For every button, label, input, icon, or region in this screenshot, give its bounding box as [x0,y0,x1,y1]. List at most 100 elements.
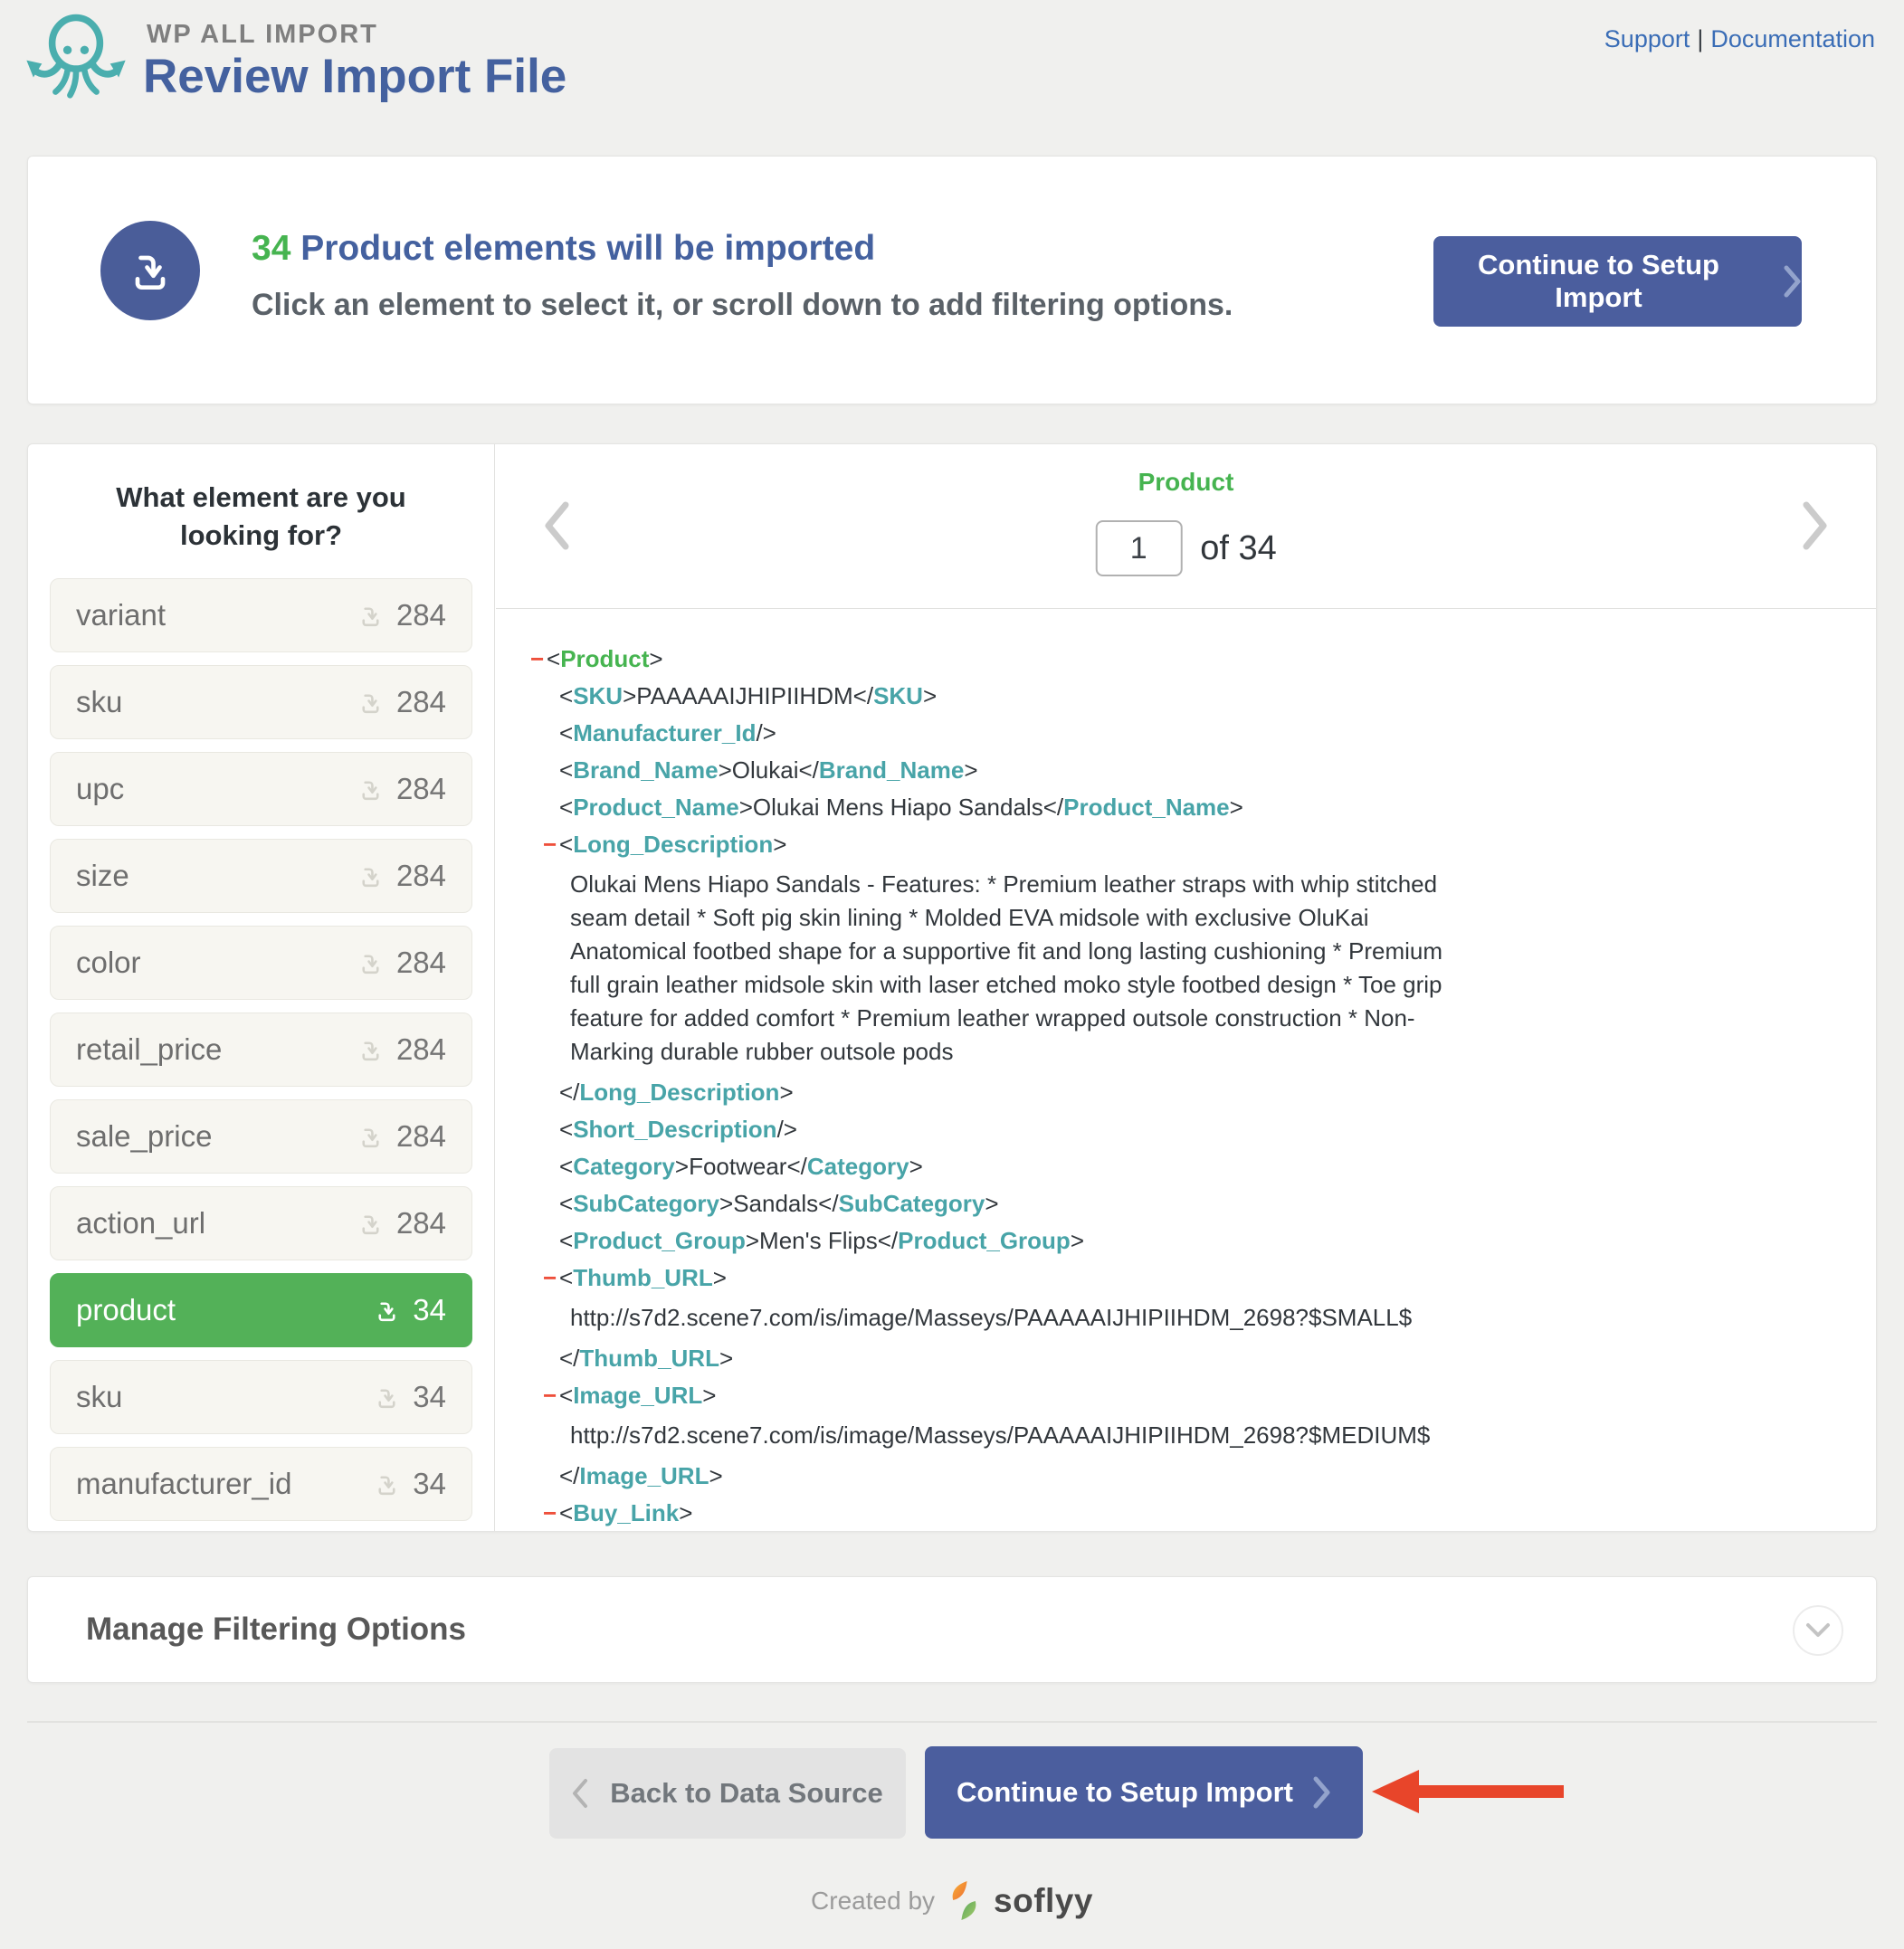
xml-line: <Product_Group>Men's Flips</Product_Grou… [532,1227,1840,1254]
xml-line: <SubCategory>Sandals</SubCategory> [532,1190,1840,1217]
download-icon [373,1470,401,1498]
download-icon [357,1210,385,1238]
xml-preview[interactable]: −<Product><SKU>PAAAAAIJHIPIIHDM</SKU><Ma… [496,609,1876,1532]
xml-line: </Long_Description> [532,1079,1840,1106]
xml-line: <Short_Description/> [532,1116,1840,1143]
element-count: 284 [396,1119,446,1154]
brand-label: WP ALL IMPORT [147,20,378,50]
element-item-sku[interactable]: sku 34 [50,1360,472,1434]
next-record-button[interactable] [1802,500,1829,551]
soflyy-brand-link[interactable]: soflyy [994,1882,1093,1920]
element-item-retail_price[interactable]: retail_price 284 [50,1013,472,1087]
back-button-label: Back to Data Source [610,1777,883,1810]
support-link[interactable]: Support [1604,25,1690,52]
collapse-toggle-icon[interactable]: − [543,1264,557,1291]
documentation-link[interactable]: Documentation [1710,25,1875,52]
download-icon [357,1036,385,1064]
element-item-sale_price[interactable]: sale_price 284 [50,1099,472,1174]
chevron-right-icon [1313,1776,1331,1809]
download-icon [357,862,385,890]
download-icon [357,775,385,803]
download-icon [357,949,385,977]
chevron-right-icon [1784,265,1802,298]
record-pager: of 34 [1095,520,1277,576]
element-item-action_url[interactable]: action_url 284 [50,1186,472,1260]
element-count: 34 [413,1293,446,1327]
record-number-input[interactable] [1095,520,1182,576]
element-label: retail_price [76,1032,222,1067]
chevron-left-icon [572,1778,588,1809]
record-total-label: of 34 [1200,529,1277,568]
xml-line: −<Long_Description> [532,831,1840,858]
element-label: sku [76,685,122,719]
element-label: sale_price [76,1119,212,1154]
element-count: 284 [396,598,446,632]
element-count: 284 [396,772,446,806]
element-list: variant 284sku 284upc 284size 284color 2… [50,578,472,1521]
manage-filtering-options-header[interactable]: Manage Filtering Options [27,1576,1877,1683]
element-item-upc[interactable]: upc 284 [50,752,472,826]
download-icon [357,1123,385,1151]
footer: Created by soflyy [0,1880,1904,1921]
element-count: 284 [396,1206,446,1241]
header-links: Support|Documentation [1604,25,1875,53]
xml-line: http://s7d2.scene7.com/is/image/Masseys/… [532,1301,1448,1335]
element-label: action_url [76,1206,205,1241]
element-count: 284 [396,946,446,980]
download-icon [357,602,385,630]
page-title: Review Import File [143,49,566,104]
collapse-toggle-icon[interactable]: − [530,645,544,672]
xml-line: −<Image_URL> [532,1382,1840,1409]
download-icon [373,1297,401,1325]
element-item-color[interactable]: color 284 [50,926,472,1000]
element-sidebar: What element are you looking for? varian… [28,444,495,1531]
element-item-variant[interactable]: variant 284 [50,578,472,652]
element-review-card: What element are you looking for? varian… [27,443,1877,1532]
xml-line: <Brand_Name>Olukai</Brand_Name> [532,756,1840,784]
footer-divider [27,1721,1877,1723]
element-label: variant [76,598,166,632]
wp-all-import-octopus-logo-icon [24,11,129,100]
xml-line: Olukai Mens Hiapo Sandals - Features: * … [532,868,1448,1069]
element-count: 34 [413,1467,446,1501]
continue-to-setup-import-button-top[interactable]: Continue to Setup Import [1433,236,1802,327]
element-label: upc [76,772,124,806]
element-count: 284 [396,685,446,719]
chevron-down-icon [1804,1621,1832,1640]
collapse-toggle-icon[interactable]: − [543,1499,557,1526]
continue-button-label: Continue to Setup Import [957,1776,1293,1809]
element-item-manufacturer_id[interactable]: manufacturer_id 34 [50,1447,472,1521]
filtering-title: Manage Filtering Options [86,1611,466,1648]
element-label: manufacturer_id [76,1467,291,1501]
element-count: 284 [396,1032,446,1067]
element-label: sku [76,1380,122,1414]
download-icon [357,689,385,717]
element-count-value: 34 [252,229,290,268]
xml-line: <SKU>PAAAAAIJHIPIIHDM</SKU> [532,682,1840,709]
xml-line: <Category>Footwear</Category> [532,1153,1840,1180]
xml-line: −<Thumb_URL> [532,1264,1840,1291]
xml-line: http://s7d2.scene7.com/is/image/Masseys/… [532,1419,1448,1452]
expand-filtering-button[interactable] [1793,1605,1843,1656]
created-by-label: Created by [811,1887,935,1916]
element-count: 34 [413,1380,446,1414]
element-item-product[interactable]: product 34 [50,1273,472,1347]
previous-record-button[interactable] [543,500,570,551]
review-import-file-page: WP ALL IMPORT Review Import File Support… [0,0,1904,1949]
xml-line: −<Product> [532,645,1840,672]
element-item-size[interactable]: size 284 [50,839,472,913]
continue-to-setup-import-button-bottom[interactable]: Continue to Setup Import [925,1746,1363,1839]
element-label: color [76,946,141,980]
element-label: size [76,859,129,893]
back-to-data-source-button[interactable]: Back to Data Source [549,1748,906,1839]
collapse-toggle-icon[interactable]: − [543,831,557,858]
record-navigation-header: Product of 34 [496,444,1876,609]
element-count: 284 [396,859,446,893]
download-icon [373,1383,401,1412]
element-label: product [76,1293,176,1327]
element-item-sku[interactable]: sku 284 [50,665,472,739]
xml-line: <Product_Name>Olukai Mens Hiapo Sandals<… [532,794,1840,821]
xml-line: </Thumb_URL> [532,1345,1840,1372]
collapse-toggle-icon[interactable]: − [543,1382,557,1409]
headline-text: Product elements will be imported [290,229,875,268]
